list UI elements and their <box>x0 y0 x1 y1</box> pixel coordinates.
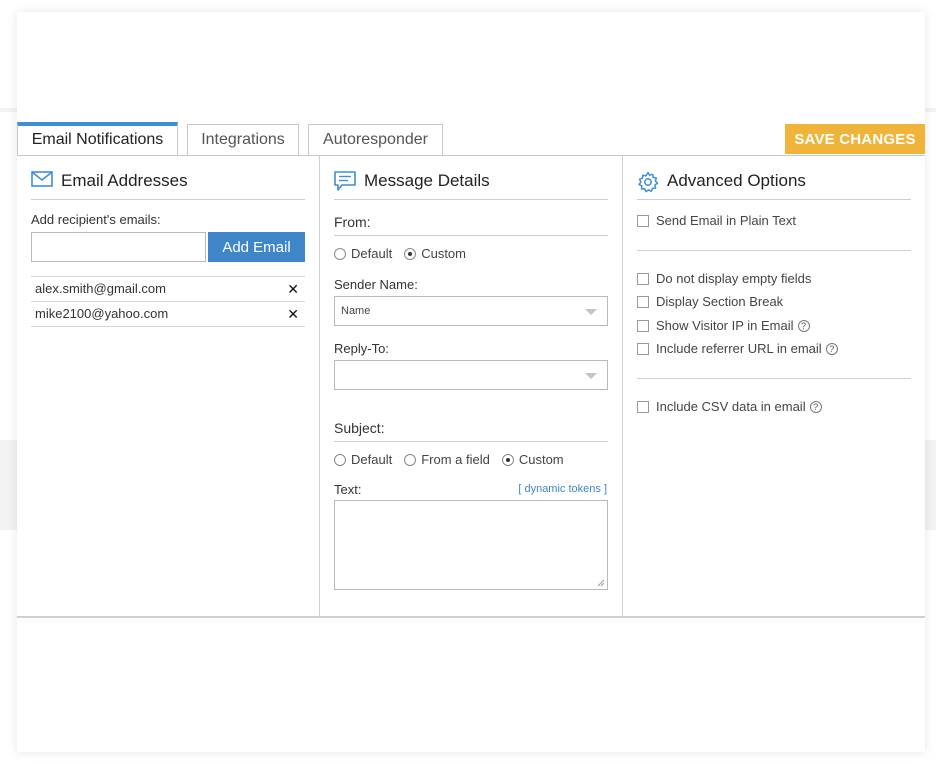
radio-icon <box>404 453 417 466</box>
plain-text-label: Send Email in Plain Text <box>656 213 796 228</box>
referrer-url-checkbox[interactable]: Include referrer URL in email ? <box>637 341 838 356</box>
section-break-checkbox[interactable]: Display Section Break <box>637 294 783 309</box>
reply-to-select[interactable] <box>334 360 608 390</box>
visitor-ip-label: Show Visitor IP in Email <box>656 318 794 333</box>
envelope-icon <box>31 171 53 187</box>
from-options: Default Custom <box>334 246 478 261</box>
subject-custom-label: Custom <box>518 452 564 467</box>
subject-custom-radio[interactable]: Custom <box>501 452 564 467</box>
hide-empty-fields-label: Do not display empty fields <box>656 271 812 286</box>
gear-icon <box>638 171 659 193</box>
visitor-ip-checkbox[interactable]: Show Visitor IP in Email ? <box>637 318 810 333</box>
sender-name-label: Sender Name: <box>334 277 418 292</box>
tab-email-notifications[interactable]: Email Notifications <box>17 122 178 156</box>
checkbox-icon <box>637 342 649 355</box>
referrer-url-label: Include referrer URL in email <box>656 341 822 356</box>
section-break-label: Display Section Break <box>656 294 784 309</box>
subject-text-area[interactable] <box>334 500 608 590</box>
chevron-down-icon <box>585 373 597 379</box>
recipient-email: alex.smith@gmail.com <box>35 281 166 296</box>
resize-handle-icon[interactable] <box>597 579 605 587</box>
email-addresses-title: Email Addresses <box>61 171 188 190</box>
message-details-header: Message Details <box>334 168 608 200</box>
from-custom-radio[interactable]: Custom <box>404 246 466 261</box>
add-recipient-label: Add recipient's emails: <box>31 212 161 227</box>
chat-bubble-icon <box>334 171 356 191</box>
help-icon[interactable]: ? <box>797 319 810 332</box>
text-label: Text: <box>334 482 362 497</box>
dynamic-tokens-link[interactable]: [ dynamic tokens ] <box>518 483 607 495</box>
from-default-radio[interactable]: Default <box>334 246 392 261</box>
checkbox-icon <box>637 272 649 285</box>
checkbox-icon <box>637 400 649 413</box>
subject-default-radio[interactable]: Default <box>334 452 392 467</box>
remove-icon[interactable]: ✕ <box>287 302 299 326</box>
radio-selected-icon <box>404 247 417 260</box>
message-details-panel: Message Details From: Default Custom Sen… <box>320 156 623 617</box>
remove-icon[interactable]: ✕ <box>287 277 299 301</box>
sender-name-value: Name <box>341 305 371 317</box>
options-divider <box>637 250 911 251</box>
options-divider <box>637 378 911 379</box>
hide-empty-fields-checkbox[interactable]: Do not display empty fields <box>637 271 811 286</box>
radio-selected-icon <box>501 453 514 466</box>
email-addresses-panel: Email Addresses Add recipient's emails: … <box>17 156 320 617</box>
email-addresses-header: Email Addresses <box>31 168 305 200</box>
csv-data-checkbox[interactable]: Include CSV data in email ? <box>637 399 822 414</box>
help-icon[interactable]: ? <box>825 342 838 355</box>
recipient-row: mike2100@yahoo.com ✕ <box>31 301 305 327</box>
from-default-label: Default <box>351 246 393 261</box>
from-custom-label: Custom <box>421 246 466 261</box>
recipient-row: alex.smith@gmail.com ✕ <box>31 276 305 301</box>
recipient-email-input[interactable] <box>31 232 206 262</box>
checkbox-icon <box>637 319 649 332</box>
advanced-options-panel: Advanced Options Send Email in Plain Tex… <box>623 156 925 617</box>
from-divider <box>334 235 608 236</box>
radio-icon <box>334 247 346 260</box>
reply-to-label: Reply-To: <box>334 341 389 356</box>
settings-panels: Email Addresses Add recipient's emails: … <box>17 155 925 618</box>
subject-label: Subject: <box>334 420 385 436</box>
subject-divider <box>334 441 608 442</box>
subject-default-label: Default <box>351 452 393 467</box>
advanced-options-title: Advanced Options <box>667 171 806 190</box>
csv-data-label: Include CSV data in email <box>656 399 806 414</box>
plain-text-checkbox[interactable]: Send Email in Plain Text <box>637 213 796 228</box>
checkbox-icon <box>637 214 649 227</box>
save-changes-button[interactable]: SAVE CHANGES <box>785 124 925 154</box>
subject-options: Default From a field Custom <box>334 452 576 467</box>
checkbox-icon <box>637 295 649 308</box>
email-notifications-card: Email Notifications Integrations Autores… <box>17 12 925 752</box>
message-details-title: Message Details <box>364 171 490 190</box>
advanced-options-header: Advanced Options <box>637 168 911 200</box>
help-icon[interactable]: ? <box>809 400 822 413</box>
chevron-down-icon <box>585 309 597 315</box>
sender-name-select[interactable]: Name <box>334 296 608 326</box>
from-label: From: <box>334 214 371 230</box>
tab-autoresponder[interactable]: Autoresponder <box>308 124 443 156</box>
add-email-button[interactable]: Add Email <box>208 232 305 262</box>
tab-integrations[interactable]: Integrations <box>187 124 299 156</box>
subject-from-field-label: From a field <box>421 452 490 467</box>
recipient-email: mike2100@yahoo.com <box>35 306 169 321</box>
radio-icon <box>334 453 346 466</box>
subject-from-field-radio[interactable]: From a field <box>404 452 490 467</box>
